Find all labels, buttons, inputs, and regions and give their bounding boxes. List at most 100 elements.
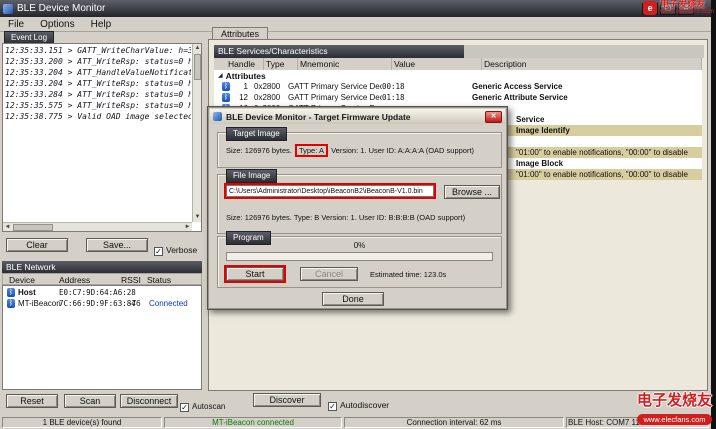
log-line: 12:35:33.151 > GATT_WriteCharValue: h=35… [5,45,191,56]
bluetooth-icon: ᛒ [7,288,15,297]
dialog-title: BLE Device Monitor - Target Firmware Upd… [226,112,411,122]
network-row-host[interactable]: ᛒ Host E0:C7:9D:64:A6:28 [3,287,201,298]
watermark-top: e 电子发烧友 www.elecfans.com [643,0,714,16]
log-line: 12:35:33.200 > ATT_WriteRsp: status=0 h=… [5,56,191,67]
target-image-label: Target Image [226,127,287,141]
autodiscover-checkbox-row: ✓Autodiscover [328,395,389,413]
save-button[interactable]: Save... [86,238,148,252]
col-type[interactable]: Type [264,58,298,70]
elecfans-logo-icon: e [643,1,657,15]
scrollbar-thumb[interactable] [194,54,201,80]
autodiscover-label: Autodiscover [340,400,389,410]
app-icon [3,4,13,14]
log-vertical-scrollbar[interactable]: ▲ ▼ [192,44,201,222]
cell-handle: 12 [230,93,248,102]
cell-description: Image Block [516,159,563,168]
start-button[interactable]: Start [226,267,284,281]
cell-description: "01:00" to enable notifications, "00:00"… [516,170,688,179]
services-characteristics-header: BLE Services/Characteristics [214,45,464,58]
device-address: 7C:66:9D:9F:63:84 [59,299,136,308]
col-device[interactable]: Device [9,275,35,285]
col-status[interactable]: Status [147,275,171,285]
dialog-close-icon[interactable]: ✕ [485,111,502,123]
status-devices-found: 1 BLE device(s) found [2,417,162,428]
autoscan-label: Autoscan [192,402,225,411]
done-button[interactable]: Done [322,292,384,306]
log-horizontal-scrollbar[interactable]: ◄ ► [3,222,192,231]
cell-description: Generic Access Service [472,82,702,91]
attribute-row[interactable]: ᛒ 1 0x2800 GATT Primary Service Declarat… [214,81,702,92]
cell-description: Service [516,115,544,124]
log-line: 12:35:33.204 > ATT_WriteRsp: status=0 h=… [5,78,191,89]
network-row-mt-ibeacon[interactable]: ᛒ MT-iBeacon 7C:66:9D:9F:63:84 -76 Conne… [3,298,201,309]
cancel-button[interactable]: Cancel [300,267,358,281]
event-log-panel: 12:35:33.151 > GATT_WriteCharValue: h=35… [2,43,202,232]
bluetooth-icon: ᛒ [7,299,15,308]
menu-bar: File Options Help [0,17,711,32]
scroll-down-icon[interactable]: ▼ [193,213,202,222]
watermark-brand: 电子发烧友 [637,393,712,410]
device-name: MT-iBeacon [18,299,61,308]
cell-type: 0x2800 [254,82,288,91]
log-line: 12:35:33.204 > ATT_HandleValueNotificati… [5,67,191,78]
clear-button[interactable]: Clear [6,238,68,252]
verbose-checkbox[interactable]: ✓ [154,247,163,256]
status-interval: Connection interval: 62 ms [344,417,564,428]
window-titlebar[interactable]: BLE Device Monitor ─ ▢ ✕ [0,0,711,17]
col-mnemonic[interactable]: Mnemonic [298,58,392,70]
ble-device-monitor-window: BLE Device Monitor ─ ▢ ✕ File Options He… [0,0,711,429]
file-path-input[interactable]: C:\Users\Administrator\Desktop\iBeaconB2… [226,185,434,197]
start-annotation-box: Start [224,265,286,283]
dialog-body: Target Image Size: 126976 bytes. Type: A… [210,124,505,307]
col-value[interactable]: Value [392,58,482,70]
program-group: Program 0% Start Cancel Estimated time: … [217,236,502,288]
menu-help[interactable]: Help [83,19,120,30]
scrollbar-thumb[interactable] [13,224,53,231]
menu-options[interactable]: Options [32,19,82,30]
file-image-info: Size: 126976 bytes. Type: B Version: 1. … [226,213,465,222]
cell-description: Generic Attribute Service [472,93,702,102]
reset-button[interactable]: Reset [6,394,58,408]
disconnect-button[interactable]: Disconnect [120,394,178,408]
watermark-url: www.elecfans.com [637,414,711,425]
progress-bar [226,252,493,261]
autodiscover-checkbox[interactable]: ✓ [328,402,337,411]
attributes-column-headers: Handle Type Mnemonic Value Description [214,58,702,70]
log-line: 12:35:38.775 > Valid OAD image selected [5,111,191,122]
type-annotation-box: Type: A [295,144,328,157]
col-description[interactable]: Description [482,58,702,70]
event-log-lines: 12:35:33.151 > GATT_WriteCharValue: h=35… [5,45,191,221]
tree-root-row[interactable]: ◢ Attributes [214,70,702,81]
tree-expander-icon[interactable]: ◢ [218,72,223,79]
cell-handle: 1 [230,82,248,91]
scroll-right-icon[interactable]: ► [183,223,192,232]
cell-mnemonic: GATT Primary Service Declarati... [288,82,382,91]
header-filler [464,45,704,58]
col-handle[interactable]: Handle [214,58,264,70]
target-version-text: Version: 1. User ID: A:A:A:A (OAD suppor… [329,146,474,155]
progress-percent: 0% [218,241,501,250]
ble-network-header: BLE Network [2,261,202,273]
cell-mnemonic: GATT Primary Service Declarati... [288,93,382,102]
target-firmware-update-dialog: BLE Device Monitor - Target Firmware Upd… [207,106,508,310]
discover-button[interactable]: Discover [253,393,321,407]
menu-file[interactable]: File [0,19,32,30]
window-title: BLE Device Monitor [17,3,105,14]
verbose-checkbox-row: ✓Verbose [154,240,197,258]
scroll-left-icon[interactable]: ◄ [3,223,12,232]
cell-type: 0x2800 [254,93,288,102]
file-image-group: File Image C:\Users\Administrator\Deskto… [217,174,502,234]
file-image-label: File Image [226,169,277,183]
cell-value: 00:18 [382,82,472,91]
browse-button[interactable]: Browse ... [444,185,500,199]
dialog-titlebar[interactable]: BLE Device Monitor - Target Firmware Upd… [210,109,505,124]
scan-button[interactable]: Scan [64,394,116,408]
col-address[interactable]: Address [59,275,90,285]
col-rssi[interactable]: RSSI [121,275,141,285]
autoscan-checkbox[interactable]: ✓ [180,403,189,412]
status-bar: 1 BLE device(s) found MT-iBeacon connect… [0,416,711,429]
watermark-url: www.elecfans.com [660,9,714,16]
scroll-up-icon[interactable]: ▲ [193,44,202,53]
target-size-text: Size: 126976 bytes. [226,146,294,155]
attribute-row[interactable]: ᛒ 12 0x2800 GATT Primary Service Declara… [214,92,702,103]
